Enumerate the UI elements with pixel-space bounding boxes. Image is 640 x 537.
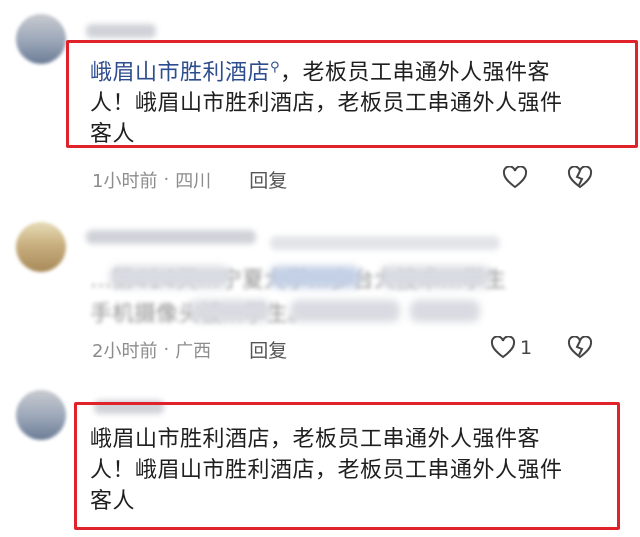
comment-line-3: 客人 <box>90 122 136 148</box>
text-obscured <box>410 300 480 322</box>
text-obscured <box>190 300 270 322</box>
separator: · <box>163 169 170 190</box>
location: 四川 <box>175 170 212 192</box>
timestamp: 2小时前 <box>92 340 158 362</box>
comment-item-3: 峨眉山市胜利酒店，老板员工串通外人强件客 人！峨眉山市胜利酒店，老板员工串通外人… <box>0 380 640 537</box>
like-count: 1 <box>520 337 533 359</box>
comment-line-2: 人！峨眉山市胜利酒店，老板员工串通外人强件 <box>90 91 563 117</box>
like-button[interactable]: 1 <box>490 336 532 360</box>
username-obscured <box>270 236 500 250</box>
broken-heart-icon <box>567 166 593 189</box>
avatar[interactable] <box>16 222 66 272</box>
comment-line-1: 峨眉山市胜利酒店，老板员工串通外人强件客 <box>90 427 541 452</box>
dislike-button[interactable] <box>567 336 593 360</box>
comment-item-2: …第414天…宁夏大学…乡台大技术…学生 手机摄像头被…学生。 2小时前 · 广… <box>0 200 640 380</box>
avatar[interactable] <box>16 390 66 440</box>
heart-outline-icon <box>502 166 528 189</box>
comment-line-2: 人！峨眉山市胜利酒店，老板员工串通外人强件 <box>90 458 563 483</box>
avatar[interactable] <box>16 14 66 64</box>
username-obscured <box>86 230 256 244</box>
dislike-button[interactable] <box>567 166 593 190</box>
comment-line-1-rest: ，老板员工串通外人强件客 <box>280 60 551 86</box>
reply-button[interactable]: 回复 <box>249 166 287 193</box>
comment-line-3: 客人 <box>90 489 136 514</box>
location: 广西 <box>175 340 212 362</box>
reply-button[interactable]: 回复 <box>249 336 287 363</box>
search-icon[interactable]: ⚲ <box>270 60 280 75</box>
heart-outline-icon <box>490 336 516 359</box>
like-button[interactable] <box>502 166 528 190</box>
comment-item-1: 峨眉山市胜利酒店⚲，老板员工串通外人强件客 人！峨眉山市胜利酒店，老板员工串通外… <box>0 0 640 200</box>
comment-meta: 2小时前 · 广西 回复 <box>92 336 287 363</box>
timestamp: 1小时前 <box>92 170 158 192</box>
broken-heart-icon <box>567 336 593 359</box>
comment-meta: 1小时前 · 四川 回复 <box>92 166 287 193</box>
text-obscured <box>380 266 490 288</box>
text-obscured <box>290 300 400 322</box>
text-obscured <box>110 266 230 288</box>
comment-text: 峨眉山市胜利酒店⚲，老板员工串通外人强件客 人！峨眉山市胜利酒店，老板员工串通外… <box>90 52 630 150</box>
text-obscured <box>270 266 360 288</box>
place-link[interactable]: 峨眉山市胜利酒店 <box>90 60 270 85</box>
username-obscured <box>86 24 156 38</box>
separator: · <box>163 339 170 360</box>
comment-text: 峨眉山市胜利酒店，老板员工串通外人强件客 人！峨眉山市胜利酒店，老板员工串通外人… <box>90 424 610 517</box>
comment-line-1: 峨眉山市胜利酒店⚲，老板员工串通外人强件客 <box>90 52 630 88</box>
